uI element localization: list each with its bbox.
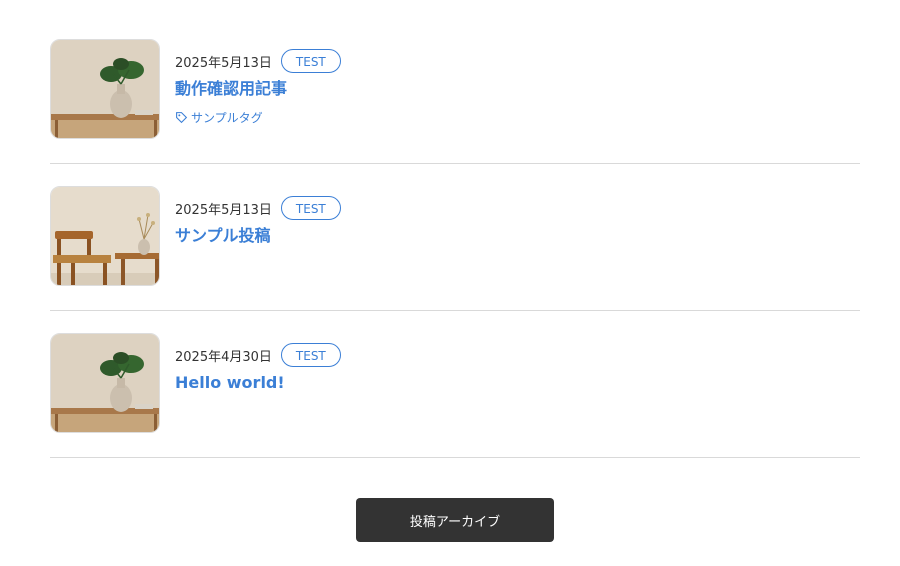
category-badge[interactable]: TEST — [280, 196, 341, 220]
post-item[interactable]: 2025年5月13日 TEST サンプル投稿 — [50, 164, 860, 311]
post-meta: 2025年4月30日 TEST Hello world! — [175, 342, 341, 393]
post-title[interactable]: Hello world! — [175, 373, 341, 393]
post-item[interactable]: 2025年4月30日 TEST Hello world! — [50, 311, 860, 458]
post-thumbnail[interactable] — [50, 186, 160, 286]
post-date: 2025年5月13日 — [175, 202, 272, 218]
monstera-vase-image — [51, 334, 159, 432]
post-title[interactable]: 動作確認用記事 — [175, 79, 341, 99]
post-tag[interactable]: サンプルタグ — [175, 109, 341, 126]
post-date: 2025年4月30日 — [175, 349, 272, 365]
post-date: 2025年5月13日 — [175, 55, 272, 71]
post-meta: 2025年5月13日 TEST 動作確認用記事 サンプルタグ — [175, 48, 341, 126]
post-list: 2025年5月13日 TEST 動作確認用記事 サンプルタグ 2025年5月13… — [50, 0, 860, 458]
wooden-chair-image — [51, 187, 159, 285]
post-thumbnail[interactable] — [50, 39, 160, 139]
post-title[interactable]: サンプル投稿 — [175, 226, 341, 246]
tag-label: サンプルタグ — [191, 111, 263, 125]
tag-icon — [176, 112, 188, 124]
category-badge[interactable]: TEST — [280, 343, 341, 367]
post-meta: 2025年5月13日 TEST サンプル投稿 — [175, 195, 341, 246]
post-thumbnail[interactable] — [50, 333, 160, 433]
monstera-vase-image — [51, 40, 159, 138]
post-item[interactable]: 2025年5月13日 TEST 動作確認用記事 サンプルタグ — [50, 0, 860, 164]
category-badge[interactable]: TEST — [280, 49, 341, 73]
post-archive-button[interactable]: 投稿アーカイブ — [356, 498, 554, 542]
